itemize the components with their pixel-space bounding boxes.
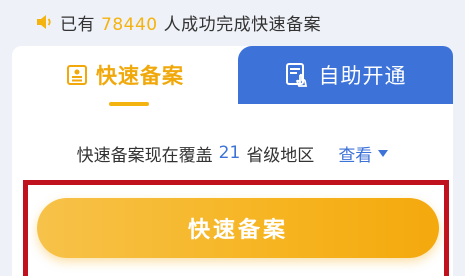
notice-text: 已有 78440 人成功完成快速备案: [60, 10, 321, 35]
coverage-prefix: 快速备案现在覆盖: [76, 145, 213, 166]
tab-quick-filing-label: 快速备案: [96, 64, 184, 88]
tab-self-service-label: 自助开通: [318, 64, 407, 88]
tab-self-service[interactable]: 自助开通: [238, 46, 453, 104]
view-regions-link[interactable]: 查看: [338, 141, 389, 166]
tab-quick-filing[interactable]: 快速备案: [12, 46, 238, 104]
active-tab-indicator: [109, 102, 149, 106]
coverage-count: 21: [218, 143, 241, 163]
view-label: 查看: [338, 145, 373, 166]
notice-prefix: 已有: [60, 14, 95, 35]
caret-down-icon: [378, 149, 389, 157]
coverage-suffix: 省级地区: [246, 145, 315, 166]
quick-filing-button-label: 快速备案: [187, 218, 288, 243]
touch-document-icon: [285, 63, 307, 87]
notice-bar: 已有 78440 人成功完成快速备案: [0, 0, 465, 44]
quick-filing-button[interactable]: 快速备案: [37, 198, 439, 258]
coverage-row: 快速备案现在覆盖 21 省级地区 查看: [12, 140, 453, 166]
notice-count: 78440: [101, 14, 158, 35]
speaker-icon: [37, 15, 51, 29]
notice-suffix: 人成功完成快速备案: [163, 14, 322, 35]
document-icon: [67, 65, 87, 85]
